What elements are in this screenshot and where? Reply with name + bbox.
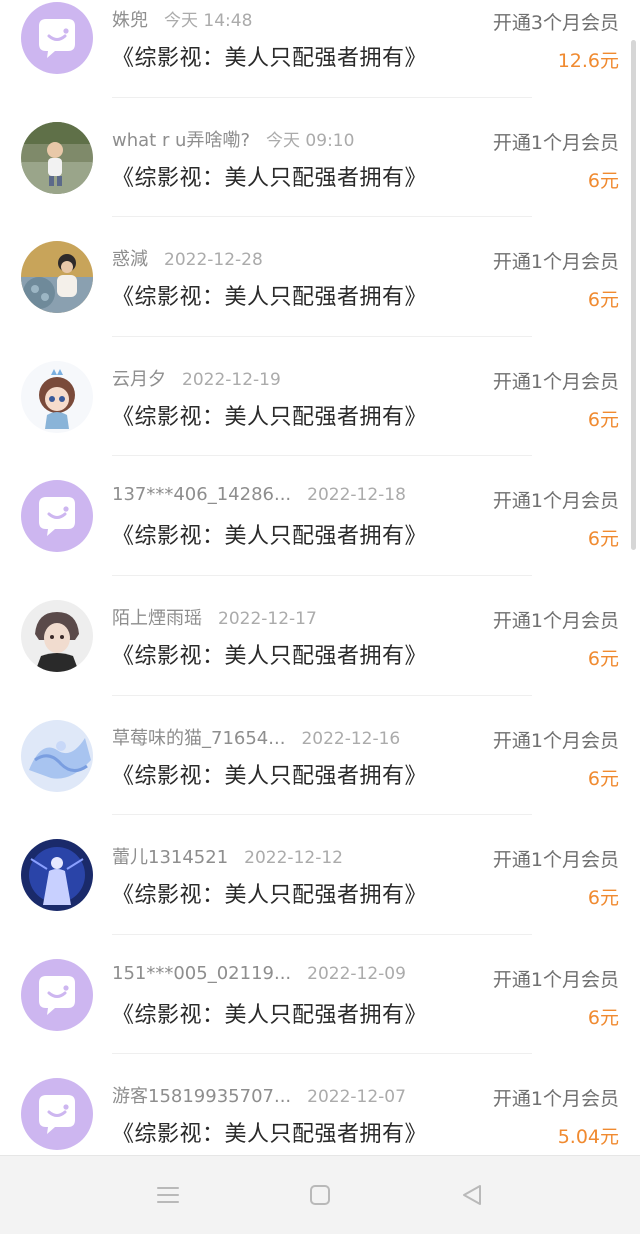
- avatar[interactable]: [21, 599, 93, 672]
- amount: 5.04元: [557, 1126, 619, 1149]
- membership-action: 开通1个月会员: [492, 490, 619, 513]
- book-title: 《综影视：美人只配强者拥有》: [112, 1122, 428, 1148]
- menu-icon[interactable]: [155, 1182, 181, 1208]
- book-title: 《综影视：美人只配强者拥有》: [112, 285, 428, 311]
- book-title: 《综影视：美人只配强者拥有》: [112, 883, 428, 909]
- membership-action: 开通1个月会员: [492, 131, 619, 154]
- system-navigation-bar: [0, 1155, 640, 1234]
- purchase-date: 2022-12-17: [218, 608, 317, 629]
- back-icon[interactable]: [459, 1182, 485, 1208]
- membership-action: 开通1个月会员: [492, 251, 619, 274]
- membership-action: 开通1个月会员: [492, 729, 619, 752]
- user-meta: 惑減 2022-12-28: [112, 245, 263, 271]
- avatar[interactable]: [21, 719, 93, 792]
- avatar[interactable]: [21, 241, 93, 314]
- amount: 6元: [587, 169, 619, 192]
- user-meta: 陌上煙雨瑶 2022-12-17: [112, 604, 317, 630]
- purchase-date: 2022-12-09: [307, 963, 406, 984]
- book-title: 《综影视：美人只配强者拥有》: [112, 165, 428, 191]
- purchase-date: 2022-12-12: [244, 848, 343, 869]
- amount: 6元: [587, 767, 619, 790]
- scrollbar[interactable]: [631, 40, 636, 550]
- username: 草莓味的猫_71654...: [112, 727, 286, 749]
- purchase-date: 2022-12-07: [307, 1087, 406, 1108]
- purchase-row[interactable]: 陌上煙雨瑶 2022-12-17 《综影视：美人只配强者拥有》 开通1个月会员 6元: [0, 576, 640, 696]
- amount: 6元: [587, 647, 619, 670]
- avatar[interactable]: [21, 839, 93, 912]
- purchase-row[interactable]: what r u弄啥嘞? 今天 09:10 《综影视：美人只配强者拥有》 开通1个月会…: [0, 98, 640, 218]
- user-meta: 151***005_02119... 2022-12-09: [112, 963, 406, 984]
- amount: 6元: [587, 408, 619, 431]
- purchase-date: 2022-12-19: [182, 369, 281, 390]
- amount: 6元: [587, 289, 619, 312]
- user-meta: 蕾儿1314521 2022-12-12: [112, 843, 343, 869]
- username: what r u弄啥嘞?: [112, 129, 251, 151]
- purchase-date: 2022-12-18: [307, 485, 406, 506]
- user-meta: 姝兜 今天 14:48: [112, 6, 252, 32]
- username: 游客15819935707...: [112, 1086, 292, 1108]
- membership-action: 开通3个月会员: [492, 12, 619, 34]
- amount: 6元: [587, 1006, 619, 1029]
- purchase-list: 姝兜 今天 14:48 《综影视：美人只配强者拥有》 开通3个月会员 12.6元 what…: [0, 0, 640, 1174]
- purchase-row[interactable]: 137***406_14286... 2022-12-18 《综影视：美人只配强者拥…: [0, 456, 640, 576]
- avatar[interactable]: [21, 1078, 93, 1151]
- book-title: 《综影视：美人只配强者拥有》: [112, 46, 428, 71]
- avatar[interactable]: [21, 958, 93, 1031]
- purchase-row[interactable]: 蕾儿1314521 2022-12-12 《综影视：美人只配强者拥有》 开通1个月会员…: [0, 815, 640, 935]
- username: 137***406_14286...: [112, 484, 292, 506]
- avatar[interactable]: [21, 2, 93, 74]
- purchase-row[interactable]: 草莓味的猫_71654... 2022-12-16 《综影视：美人只配强者拥有》 开通…: [0, 696, 640, 816]
- membership-action: 开通1个月会员: [492, 968, 619, 991]
- avatar[interactable]: [21, 480, 93, 553]
- user-meta: 137***406_14286... 2022-12-18: [112, 484, 406, 505]
- purchase-row[interactable]: 惑減 2022-12-28 《综影视：美人只配强者拥有》 开通1个月会员 6元: [0, 217, 640, 337]
- membership-action: 开通1个月会员: [492, 370, 619, 393]
- user-meta: what r u弄啥嘞? 今天 09:10: [112, 126, 354, 152]
- purchase-row[interactable]: 151***005_02119... 2022-12-09 《综影视：美人只配强者拥…: [0, 935, 640, 1055]
- avatar[interactable]: [21, 360, 93, 433]
- username: 蕾儿1314521: [112, 847, 229, 869]
- user-meta: 云月夕 2022-12-19: [112, 365, 281, 391]
- amount: 6元: [587, 528, 619, 551]
- purchase-row[interactable]: 姝兜 今天 14:48 《综影视：美人只配强者拥有》 开通3个月会员 12.6元: [0, 0, 640, 98]
- username: 姝兜: [112, 10, 148, 31]
- username: 陌上煙雨瑶: [112, 607, 202, 629]
- home-icon[interactable]: [307, 1182, 333, 1208]
- purchase-date: 2022-12-16: [301, 728, 401, 749]
- username: 151***005_02119...: [112, 962, 292, 984]
- purchase-date: 2022-12-28: [164, 250, 263, 271]
- membership-action: 开通1个月会员: [492, 849, 619, 872]
- book-title: 《综影视：美人只配强者拥有》: [112, 404, 428, 430]
- purchase-row[interactable]: 云月夕 2022-12-19 《综影视：美人只配强者拥有》 开通1个月会员 6元: [0, 337, 640, 457]
- book-title: 《综影视：美人只配强者拥有》: [112, 763, 428, 789]
- purchase-date: 今天 14:48: [164, 11, 253, 31]
- avatar[interactable]: [21, 121, 93, 194]
- username: 云月夕: [112, 368, 166, 390]
- membership-action: 开通1个月会员: [492, 1088, 619, 1111]
- book-title: 《综影视：美人只配强者拥有》: [112, 1002, 428, 1028]
- purchase-date: 今天 09:10: [266, 130, 355, 151]
- membership-action: 开通1个月会员: [492, 609, 619, 632]
- user-meta: 游客15819935707... 2022-12-07: [112, 1082, 406, 1108]
- amount: 6元: [587, 887, 619, 910]
- amount: 12.6元: [557, 50, 619, 72]
- book-title: 《综影视：美人只配强者拥有》: [112, 643, 428, 669]
- book-title: 《综影视：美人只配强者拥有》: [112, 524, 428, 550]
- username: 惑減: [112, 249, 148, 271]
- user-meta: 草莓味的猫_71654... 2022-12-16: [112, 724, 400, 750]
